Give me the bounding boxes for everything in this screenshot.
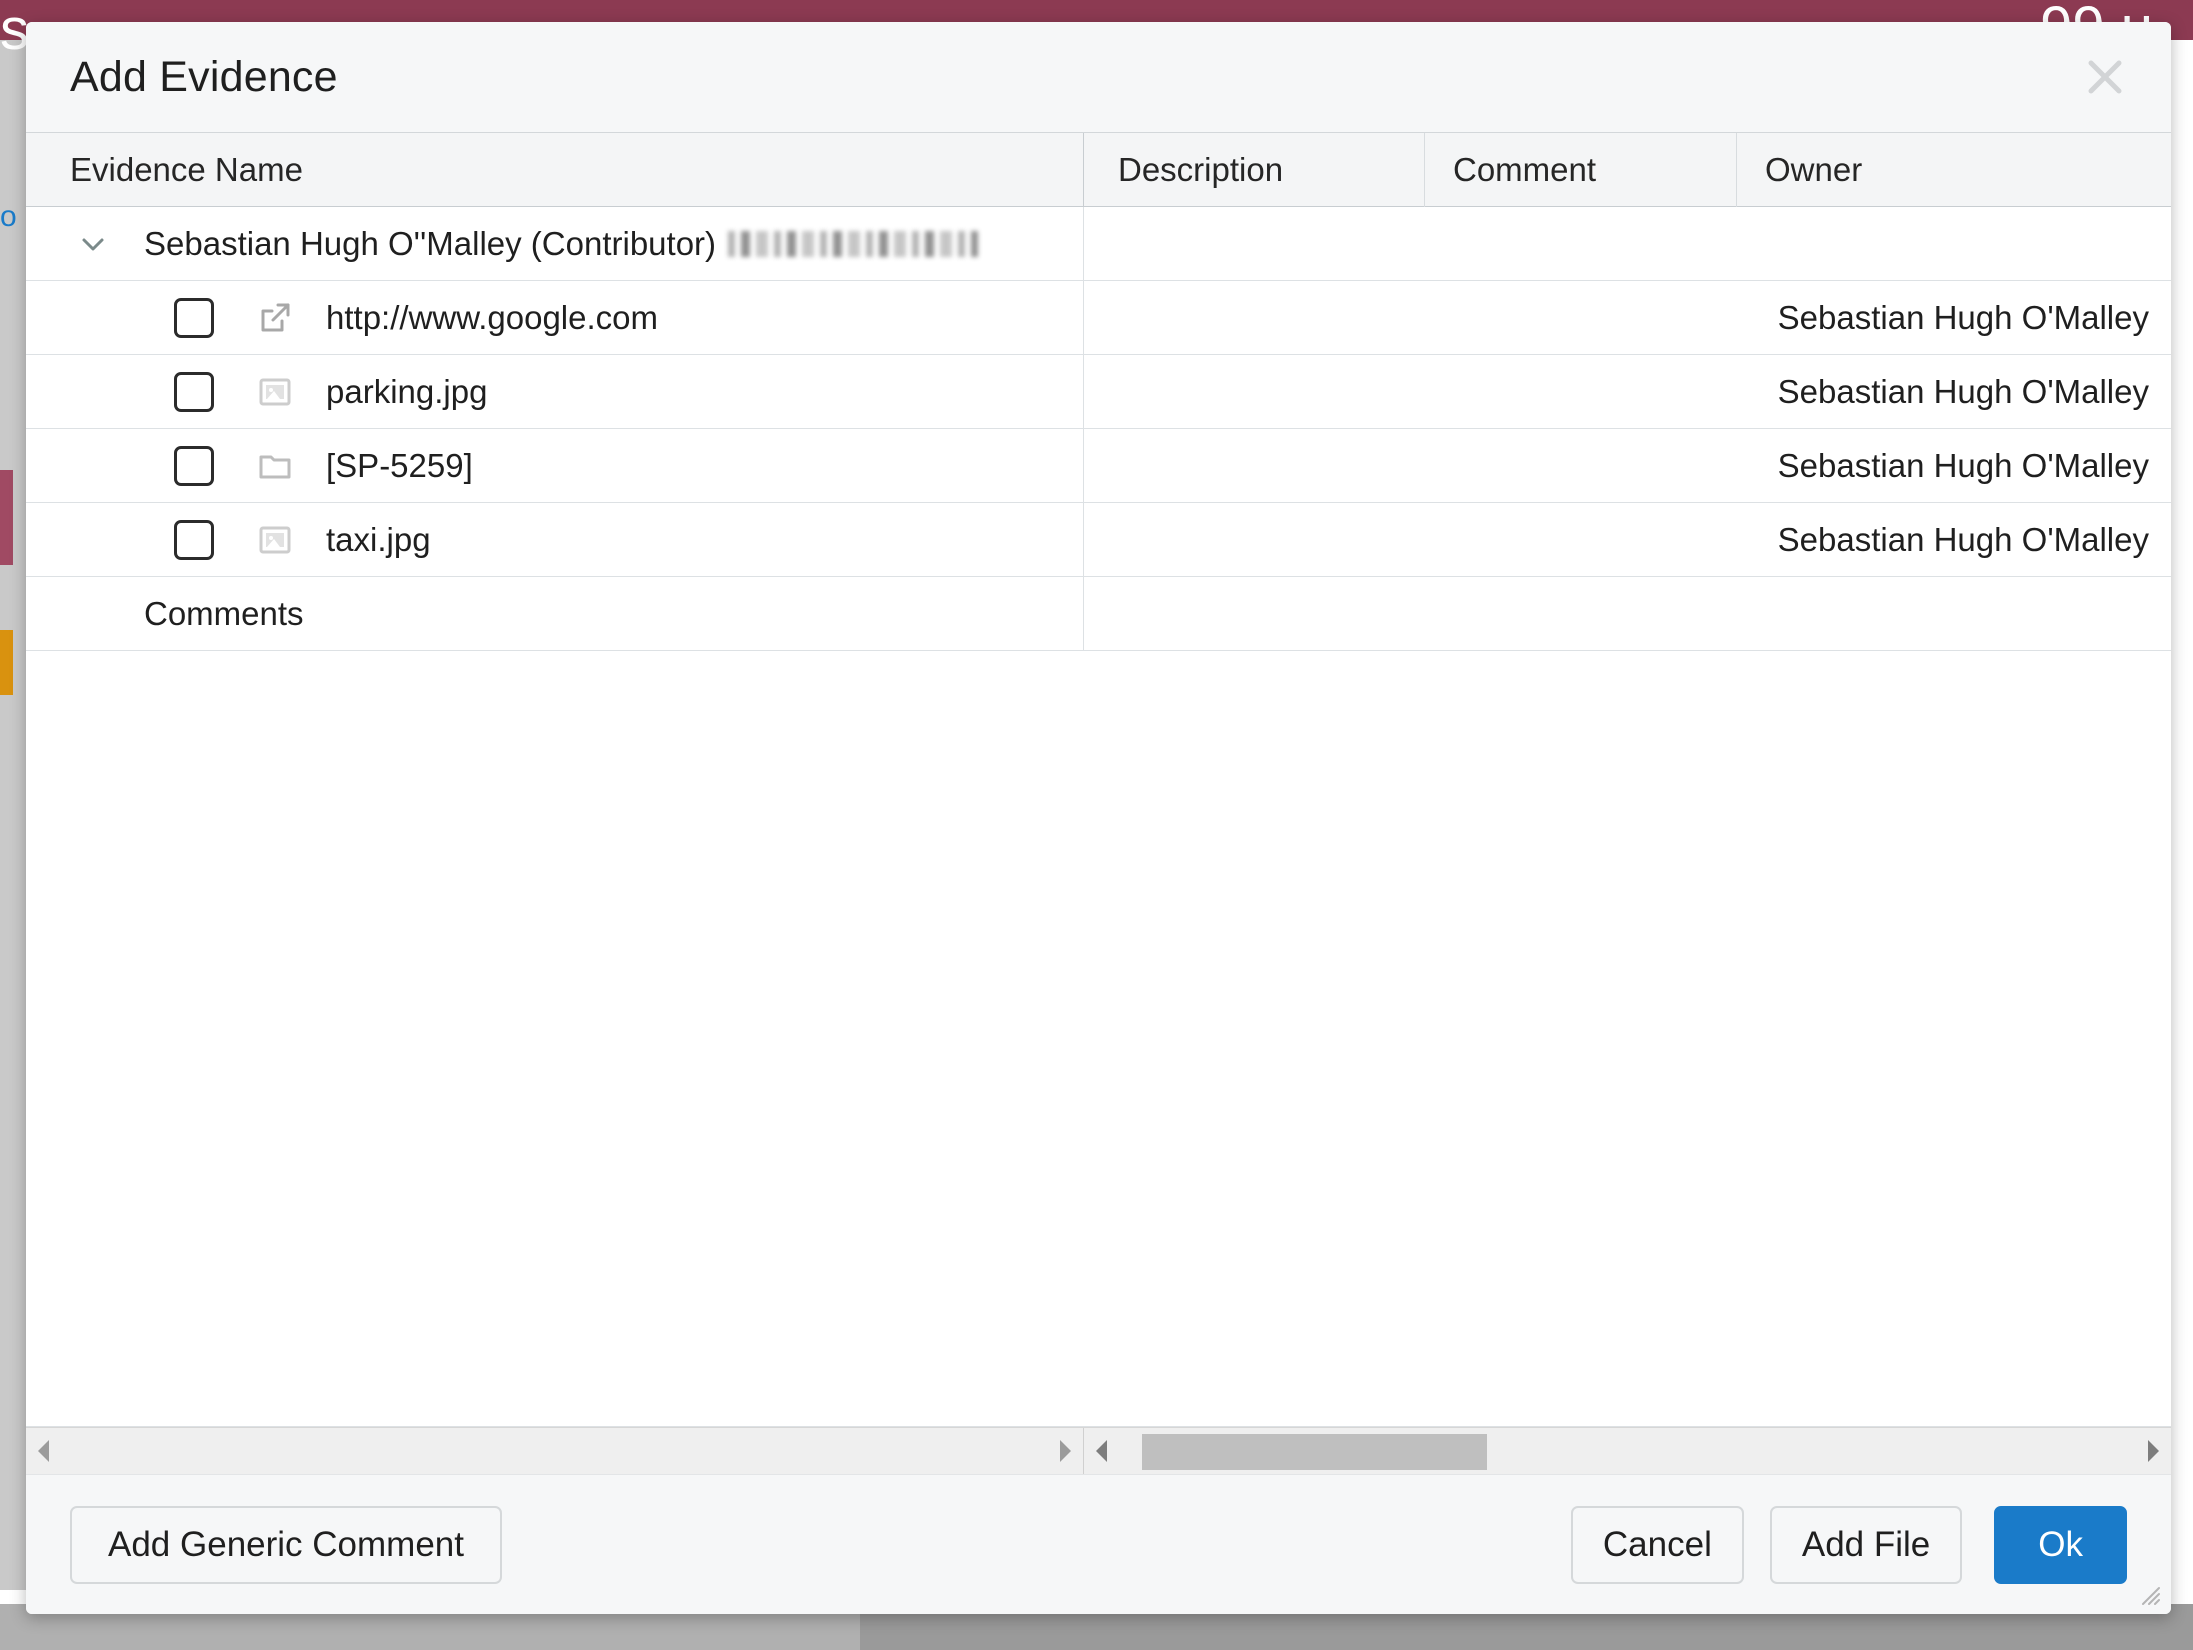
- chevron-down-icon[interactable]: [74, 225, 112, 263]
- scroll-right-arrow-icon[interactable]: [1047, 1437, 1083, 1465]
- column-header-evidence-name[interactable]: Evidence Name: [26, 133, 1084, 207]
- image-icon: [252, 369, 298, 415]
- row-label: http://www.google.com: [326, 298, 658, 336]
- group-row-comment-cell[interactable]: [1424, 207, 1736, 281]
- horizontal-scrollbar-left[interactable]: [26, 1428, 1084, 1474]
- row-label: parking.jpg: [326, 372, 488, 410]
- table-group-row[interactable]: Sebastian Hugh O''Malley (Contributor): [26, 206, 2171, 281]
- folder-icon: [252, 443, 298, 489]
- add-file-button[interactable]: Add File: [1769, 1505, 1963, 1584]
- row-owner-cell: Sebastian Hugh O'Malley: [1777, 446, 2149, 484]
- scroll-track-right[interactable]: [1120, 1428, 2135, 1474]
- row-label: taxi.jpg: [326, 520, 431, 558]
- group-row-label: Sebastian Hugh O''Malley (Contributor): [144, 224, 717, 262]
- group-row-description-cell[interactable]: [1084, 207, 1424, 281]
- resize-grip-icon[interactable]: [2135, 1580, 2161, 1606]
- row-checkbox[interactable]: [174, 371, 214, 412]
- row-owner-cell: Sebastian Hugh O'Malley: [1777, 298, 2149, 336]
- row-name-cell: http://www.google.com: [26, 280, 1084, 355]
- dialog-header: Add Evidence: [26, 22, 2171, 132]
- row-checkbox[interactable]: [174, 297, 214, 338]
- page-title: Add Evidence: [70, 52, 338, 101]
- comments-row-comment-cell[interactable]: [1424, 577, 1736, 651]
- row-description-cell[interactable]: [1084, 355, 1424, 429]
- cancel-button[interactable]: Cancel: [1570, 1505, 1744, 1584]
- comments-row-description-cell[interactable]: [1084, 577, 1424, 651]
- image-icon: [252, 517, 298, 563]
- row-description-cell[interactable]: [1084, 429, 1424, 503]
- comments-row-name-cell: Comments: [26, 576, 1084, 651]
- row-comment-cell[interactable]: [1424, 429, 1736, 503]
- scroll-track-left[interactable]: [62, 1428, 1047, 1474]
- row-comment-cell[interactable]: [1424, 503, 1736, 577]
- external-link-icon: [252, 295, 298, 341]
- row-checkbox[interactable]: [174, 445, 214, 486]
- row-comment-cell[interactable]: [1424, 355, 1736, 429]
- table-row[interactable]: http://www.google.com Sebastian Hugh O'M…: [26, 280, 2171, 355]
- group-row-owner-cell: [1736, 207, 2171, 281]
- scroll-thumb[interactable]: [1142, 1434, 1487, 1470]
- group-row-name-cell: Sebastian Hugh O''Malley (Contributor): [26, 206, 1084, 281]
- column-header-owner[interactable]: Owner: [1736, 133, 2171, 207]
- ok-button[interactable]: Ok: [1994, 1505, 2127, 1584]
- table-scrollbars: [26, 1427, 2171, 1474]
- scroll-left-arrow-icon[interactable]: [26, 1437, 62, 1465]
- column-header-comment[interactable]: Comment: [1424, 133, 1736, 207]
- row-owner-cell: Sebastian Hugh O'Malley: [1777, 520, 2149, 558]
- scroll-right-arrow-icon[interactable]: [2135, 1437, 2171, 1465]
- row-name-cell: taxi.jpg: [26, 502, 1084, 577]
- background-strip-maroon: [0, 470, 13, 565]
- comments-row[interactable]: Comments: [26, 576, 2171, 651]
- row-label: [SP-5259]: [326, 446, 473, 484]
- close-icon[interactable]: [2075, 47, 2135, 107]
- row-owner-cell: Sebastian Hugh O'Malley: [1777, 372, 2149, 410]
- table-row[interactable]: taxi.jpg Sebastian Hugh O'Malley: [26, 502, 2171, 577]
- row-name-cell: [SP-5259]: [26, 428, 1084, 503]
- dialog-footer: Add Generic Comment Cancel Add File Ok: [26, 1474, 2171, 1614]
- table-header-row: Evidence Name Description Comment Owner: [26, 133, 2171, 207]
- background-strip-orange: [0, 630, 13, 695]
- add-generic-comment-button[interactable]: Add Generic Comment: [70, 1505, 502, 1584]
- horizontal-scrollbar-right[interactable]: [1084, 1428, 2171, 1474]
- row-checkbox[interactable]: [174, 519, 214, 560]
- row-description-cell[interactable]: [1084, 503, 1424, 577]
- table-row[interactable]: [SP-5259] Sebastian Hugh O'Malley: [26, 428, 2171, 503]
- column-header-description[interactable]: Description: [1084, 133, 1424, 207]
- comments-row-label: Comments: [144, 594, 304, 632]
- evidence-table: Evidence Name Description Comment Owner …: [26, 132, 2171, 1474]
- scroll-left-arrow-icon[interactable]: [1084, 1437, 1120, 1465]
- table-empty-area: [26, 651, 2171, 1427]
- table-row[interactable]: parking.jpg Sebastian Hugh O'Malley: [26, 354, 2171, 429]
- row-comment-cell[interactable]: [1424, 281, 1736, 355]
- comments-row-owner-cell: [1736, 577, 2171, 651]
- add-evidence-dialog: Add Evidence Evidence Name Description C…: [26, 22, 2171, 1614]
- row-description-cell[interactable]: [1084, 281, 1424, 355]
- redacted-text: [728, 230, 979, 257]
- row-name-cell: parking.jpg: [26, 354, 1084, 429]
